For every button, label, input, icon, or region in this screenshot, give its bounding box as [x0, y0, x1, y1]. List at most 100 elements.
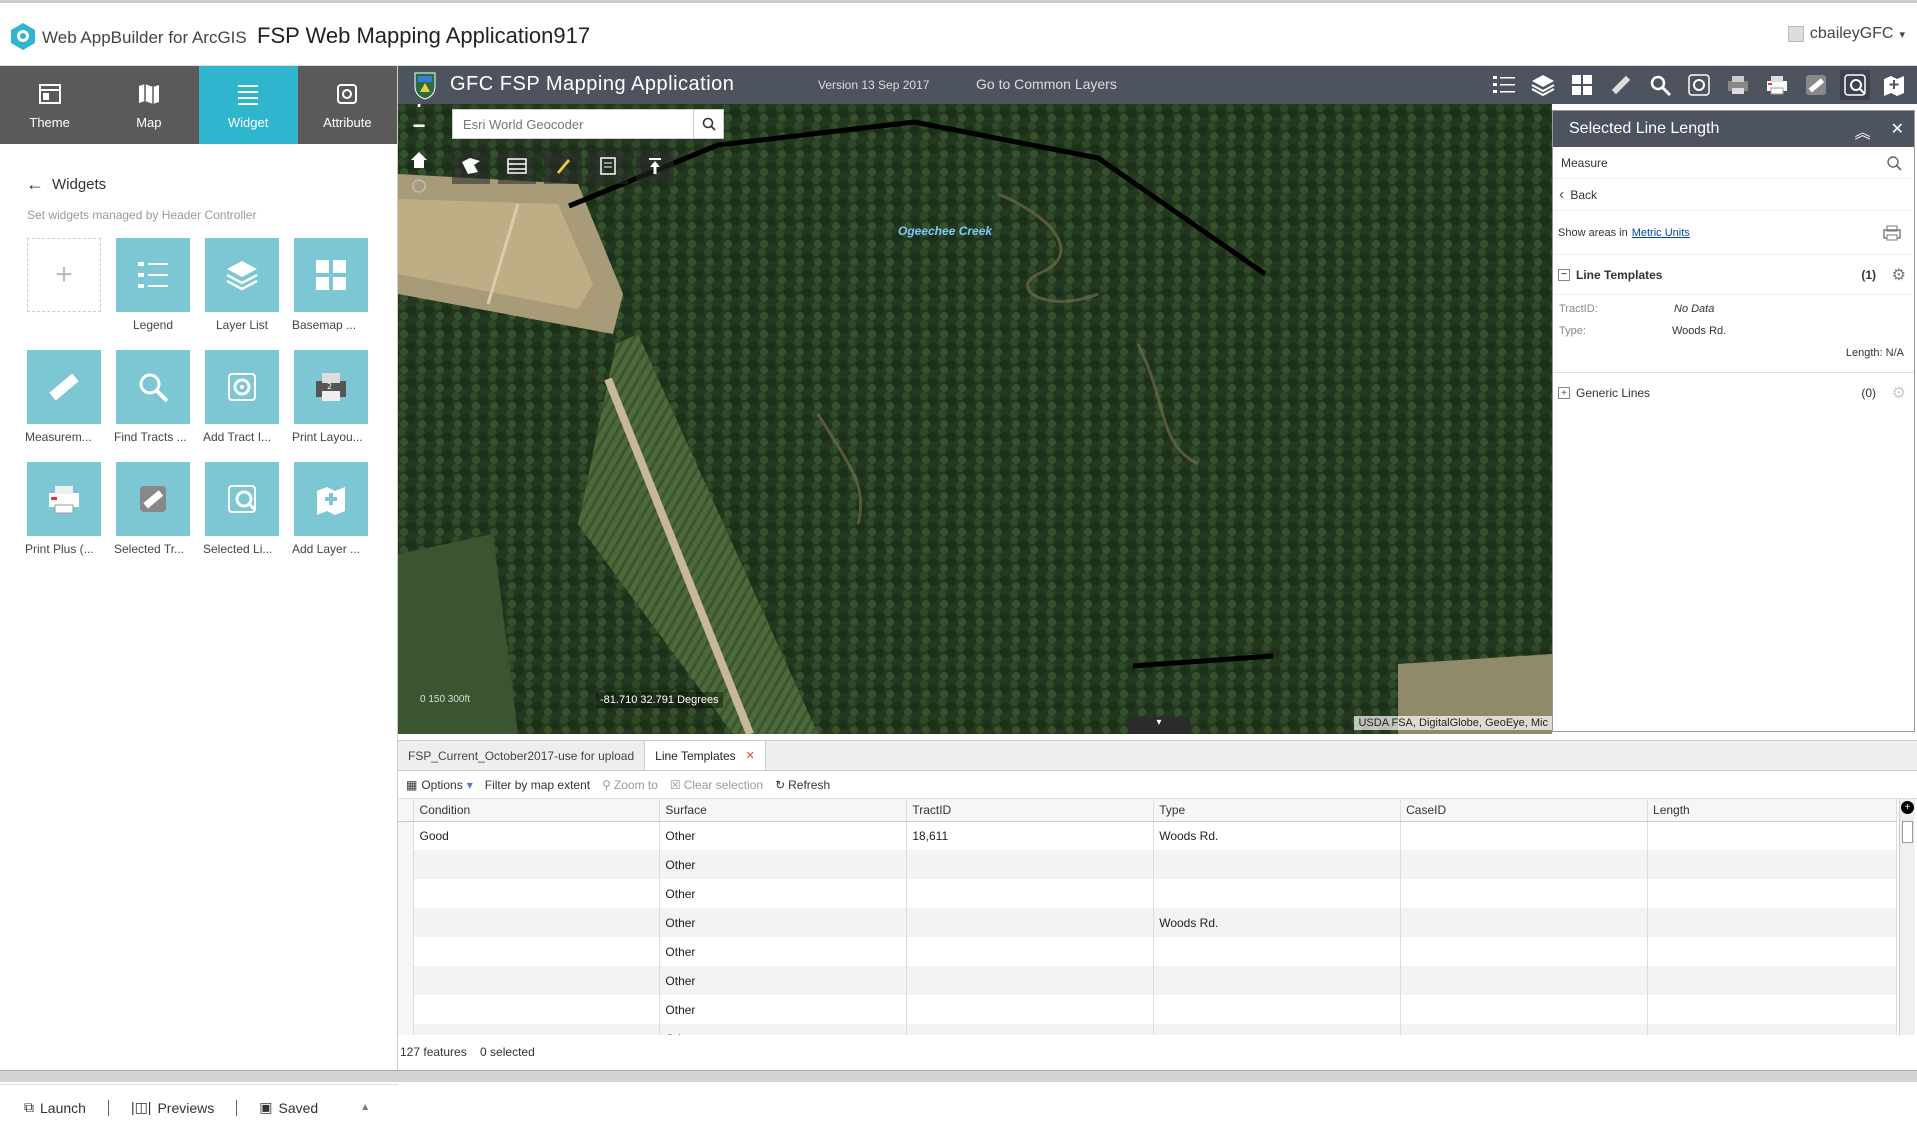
selected-tract-icon[interactable]	[1801, 70, 1831, 100]
table-cell[interactable]	[413, 966, 661, 995]
column-header[interactable]: Type	[1153, 799, 1402, 822]
table-cell[interactable]	[413, 879, 661, 908]
row-selector[interactable]	[398, 908, 415, 937]
table-cell[interactable]: Other	[659, 937, 908, 966]
upload-tool-button[interactable]	[636, 148, 674, 184]
table-row[interactable]: Other	[398, 995, 1897, 1024]
zoom-to-button[interactable]: ⚲ Zoom to	[602, 778, 658, 792]
widget-add-layer[interactable]: Add Layer ...	[292, 462, 368, 556]
widget-measurement[interactable]: Measurem...	[25, 350, 101, 444]
table-cell[interactable]	[1647, 908, 1897, 937]
table-cell[interactable]	[413, 908, 661, 937]
table-cell[interactable]	[1647, 966, 1897, 995]
table-cell[interactable]	[1153, 995, 1402, 1024]
widget-print-layout[interactable]: 2 Print Layou...	[292, 350, 368, 444]
table-row[interactable]: Other	[398, 1024, 1897, 1035]
table-row[interactable]: Other	[398, 850, 1897, 879]
table-cell[interactable]	[1647, 850, 1897, 879]
table-cell[interactable]	[1153, 937, 1402, 966]
tab-line-templates[interactable]: Line Templates ✕	[645, 741, 766, 770]
pan-tool-button[interactable]	[452, 148, 490, 184]
widget-selected-line[interactable]: Selected Li...	[203, 462, 279, 556]
table-cell[interactable]	[1153, 879, 1402, 908]
save-button[interactable]: ▣ Saved	[259, 1099, 318, 1116]
layers-icon[interactable]	[1528, 70, 1558, 100]
row-selector[interactable]	[398, 966, 415, 995]
tab-map[interactable]: Map	[99, 66, 198, 144]
draw-tool-button[interactable]	[544, 148, 582, 184]
widget-print-plus[interactable]: Print Plus (...	[25, 462, 101, 556]
widget-add-tract[interactable]: Add Tract I...	[203, 350, 279, 444]
common-layers-link[interactable]: Go to Common Layers	[976, 76, 1117, 92]
basemap-icon[interactable]	[1567, 70, 1597, 100]
search-button[interactable]	[693, 110, 723, 138]
selected-line-icon[interactable]	[1840, 70, 1870, 100]
row-selector[interactable]	[398, 995, 415, 1024]
column-header[interactable]: TractID	[906, 799, 1155, 822]
search-input[interactable]	[453, 110, 693, 138]
home-button[interactable]	[408, 148, 430, 172]
table-cell[interactable]: Other	[659, 850, 908, 879]
tab-fsp-current[interactable]: FSP_Current_October2017-use for upload	[398, 741, 646, 770]
table-row[interactable]: Good Other 18,611 Woods Rd.	[398, 821, 1897, 850]
widget-find-tracts[interactable]: Find Tracts ...	[114, 350, 190, 444]
search-icon[interactable]	[1645, 70, 1675, 100]
printer-icon[interactable]	[1882, 224, 1902, 242]
add-column-icon[interactable]: +	[1901, 801, 1914, 814]
map-view[interactable]: + − Ogeechee Creek 0 150 300ft -81.710 3…	[398, 104, 1552, 734]
column-header[interactable]: Condition	[413, 799, 661, 822]
tab-attribute[interactable]: Attribute	[298, 66, 397, 144]
table-cell[interactable]	[1647, 879, 1897, 908]
table-cell[interactable]	[906, 879, 1155, 908]
row-selector[interactable]	[398, 937, 415, 966]
table-cell[interactable]	[1400, 995, 1649, 1024]
row-selector[interactable]	[398, 1024, 415, 1035]
table-cell[interactable]	[906, 1024, 1155, 1035]
widget-selected-tract[interactable]: Selected Tr...	[114, 462, 190, 556]
table-cell[interactable]: 18,611	[906, 821, 1155, 850]
legend-icon[interactable]	[1489, 70, 1519, 100]
user-menu[interactable]: cbaileyGFC ▾	[1787, 25, 1905, 43]
table-cell[interactable]	[1400, 966, 1649, 995]
table-row[interactable]: Other	[398, 937, 1897, 966]
table-cell[interactable]	[413, 1024, 661, 1035]
ruler-icon[interactable]	[1606, 70, 1636, 100]
table-row[interactable]: Other	[398, 966, 1897, 995]
generic-lines-header[interactable]: + Generic Lines (0) ⚙	[1553, 373, 1914, 413]
table-cell[interactable]: Other	[659, 821, 908, 850]
edit-tool-button[interactable]	[590, 148, 628, 184]
options-menu[interactable]: ▦ Options ▾	[406, 778, 473, 792]
filter-by-extent-button[interactable]: Filter by map extent	[485, 778, 590, 792]
widgets-back-link[interactable]: ← Widgets	[26, 174, 106, 195]
table-cell[interactable]	[1400, 879, 1649, 908]
collapse-icon[interactable]: ︽	[1855, 119, 1871, 143]
table-cell[interactable]: Other	[659, 908, 908, 937]
table-cell[interactable]	[1400, 937, 1649, 966]
refresh-button[interactable]: ↻ Refresh	[775, 778, 830, 792]
table-cell[interactable]	[1647, 995, 1897, 1024]
column-header[interactable]: Length	[1647, 799, 1897, 822]
table-cell[interactable]: Woods Rd.	[1153, 821, 1402, 850]
gear-icon[interactable]	[1684, 70, 1714, 100]
table-cell[interactable]: Other	[659, 879, 908, 908]
table-cell[interactable]	[906, 850, 1155, 879]
widget-add-placeholder[interactable]: +	[27, 238, 101, 332]
table-cell[interactable]	[1647, 821, 1897, 850]
table-cell[interactable]: Other	[659, 995, 908, 1024]
table-cell[interactable]: Other	[659, 1024, 908, 1035]
table-cell[interactable]	[906, 937, 1155, 966]
table-cell[interactable]: Good	[413, 821, 661, 850]
add-layer-icon[interactable]	[1879, 70, 1909, 100]
table-cell[interactable]	[1153, 966, 1402, 995]
table-cell[interactable]	[1647, 1024, 1897, 1035]
scroll-thumb[interactable]	[1902, 821, 1913, 843]
table-cell[interactable]	[413, 850, 661, 879]
previews-button[interactable]: |◫| Previews	[131, 1099, 214, 1116]
table-scrollbar[interactable]: +	[1899, 799, 1915, 1035]
chevron-up-icon[interactable]: ▲	[360, 1102, 370, 1113]
close-tab-icon[interactable]: ✕	[746, 749, 755, 762]
tab-theme[interactable]: Theme	[0, 66, 99, 144]
table-cell[interactable]	[413, 995, 661, 1024]
widget-basemap[interactable]: Basemap ...	[292, 238, 368, 332]
table-cell[interactable]	[1400, 1024, 1649, 1035]
